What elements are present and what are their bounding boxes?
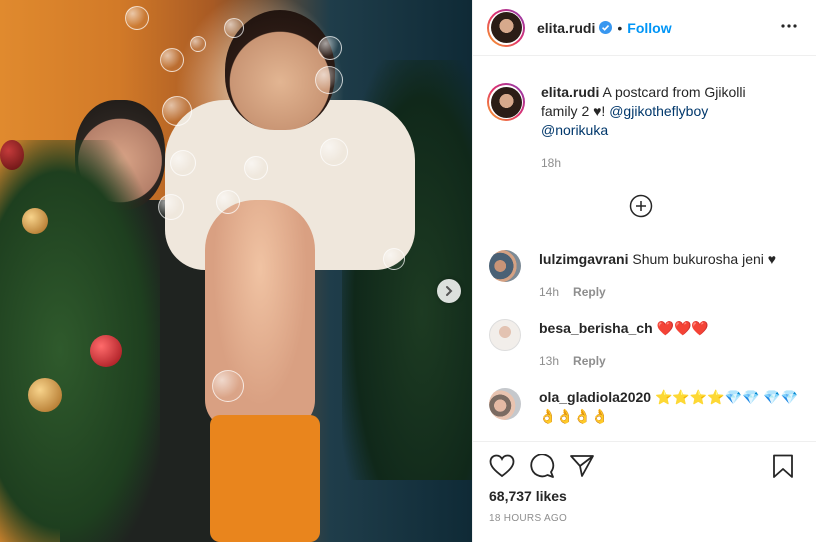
photo-bubble [383, 248, 405, 270]
verified-icon [599, 21, 613, 34]
reply-button[interactable]: Reply [573, 285, 606, 299]
mention-link[interactable]: @gjikotheflyboy [609, 103, 708, 119]
photo-kid-pants [210, 415, 320, 542]
photo-bubble [315, 66, 343, 94]
comment-item: besa_berisha_ch ❤️❤️❤️ 13h Reply [489, 319, 809, 371]
author-avatar[interactable] [487, 8, 525, 47]
mention-link[interactable]: @norikuka [541, 122, 608, 138]
share-icon[interactable] [569, 454, 595, 478]
comment-avatar[interactable] [489, 250, 521, 282]
photo-bubble [244, 156, 268, 180]
post-timestamp: 18 HOURS AGO [489, 513, 568, 524]
comment-username[interactable]: besa_berisha_ch [539, 320, 653, 336]
post-photo[interactable] [0, 0, 472, 542]
caption-username[interactable]: elita.rudi [541, 84, 599, 100]
photo-ornament [28, 378, 62, 412]
comment-item: ola_gladiola2020 ⭐⭐⭐⭐💎💎 💎💎👌👌👌👌 [489, 388, 809, 426]
post-side-panel: elita.rudi • Follow elita.rudi A postcar… [472, 0, 816, 542]
photo-bubble [170, 150, 196, 176]
caption-text: elita.rudi A postcard from Gjikolli fami… [541, 83, 781, 173]
heart-icon[interactable] [489, 454, 515, 478]
photo-bubble [160, 48, 184, 72]
photo-bubble [212, 370, 244, 402]
comment-username[interactable]: lulzimgavrani [539, 251, 628, 267]
comment-avatar[interactable] [489, 388, 521, 420]
photo-tree-left [0, 140, 160, 542]
chevron-right-icon [446, 286, 453, 296]
photo-bubble [190, 36, 206, 52]
comments-section[interactable]: elita.rudi A postcard from Gjikolli fami… [473, 63, 816, 441]
add-comment-icon[interactable] [629, 194, 653, 218]
comment-avatar[interactable] [489, 319, 521, 351]
next-photo-button[interactable] [437, 279, 461, 303]
photo-bubble [224, 18, 244, 38]
photo-ornament [22, 208, 48, 234]
header-separator: • [617, 19, 623, 36]
follow-button[interactable]: Follow [627, 20, 671, 36]
comment-text: ❤️❤️❤️ [656, 320, 709, 336]
more-options-icon[interactable] [780, 17, 798, 35]
caption-time: 18h [541, 156, 562, 170]
photo-bubble [125, 6, 149, 30]
reply-button[interactable]: Reply [573, 354, 606, 368]
comment-text: Shum bukurosha jeni ♥ [632, 251, 777, 267]
likes-count[interactable]: 68,737 likes [489, 488, 567, 504]
comment-time: 14h [539, 285, 560, 299]
photo-bubble [318, 36, 342, 60]
comment-time: 13h [539, 354, 560, 368]
comment-item: lulzimgavrani Shum bukurosha jeni ♥ 14h R… [489, 250, 809, 302]
photo-bubble [320, 138, 348, 166]
comment-username[interactable]: ola_gladiola2020 [539, 389, 651, 405]
caption-avatar[interactable] [487, 83, 525, 121]
photo-ornament [90, 335, 122, 367]
photo-bubble [158, 194, 184, 220]
author-username[interactable]: elita.rudi [537, 20, 595, 36]
bookmark-icon[interactable] [772, 454, 794, 479]
photo-ornament [0, 140, 24, 170]
photo-bubble [162, 96, 192, 126]
post-header: elita.rudi • Follow [473, 0, 816, 56]
photo-bubble [216, 190, 240, 214]
post-caption: elita.rudi A postcard from Gjikolli fami… [473, 63, 816, 173]
comment-icon[interactable] [529, 454, 555, 478]
post-actions: 68,737 likes 18 HOURS AGO [473, 441, 816, 543]
